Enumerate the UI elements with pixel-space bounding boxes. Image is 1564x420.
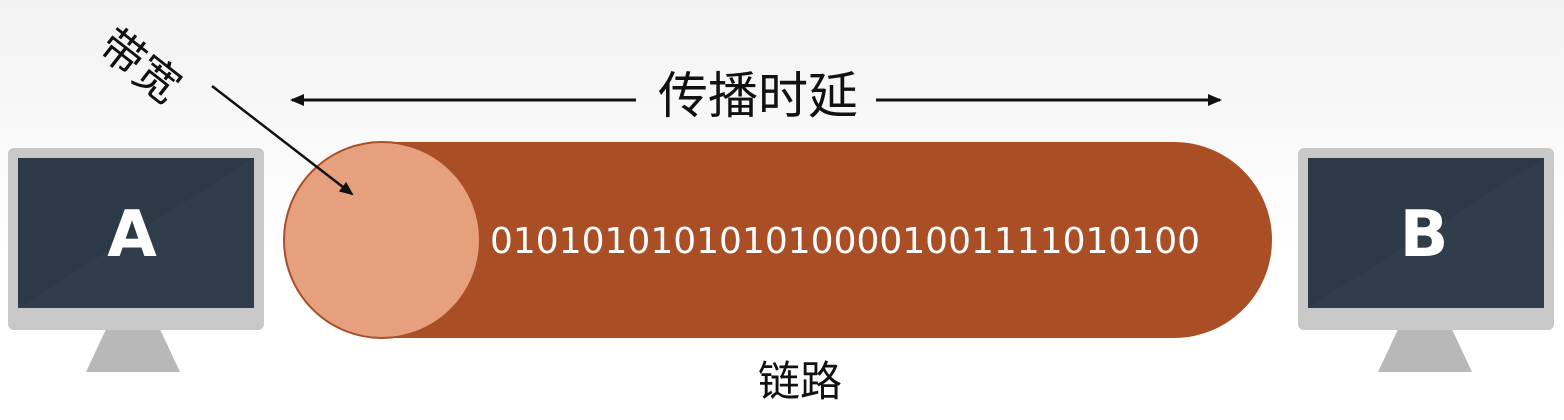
computer-a-label: A — [107, 198, 157, 272]
propagation-delay-label: 传播时延 — [658, 67, 858, 125]
diagram-canvas: A B 0101010101010100001001111010100 传播时延… — [0, 0, 1564, 420]
computer-b-stand — [1378, 325, 1472, 372]
bitstream-text: 0101010101010100001001111010100 — [490, 221, 1201, 262]
computer-a-stand — [86, 325, 180, 372]
pipe-cross-section — [283, 141, 481, 339]
link-label: 链路 — [757, 357, 842, 406]
computer-b-label: B — [1399, 198, 1449, 272]
